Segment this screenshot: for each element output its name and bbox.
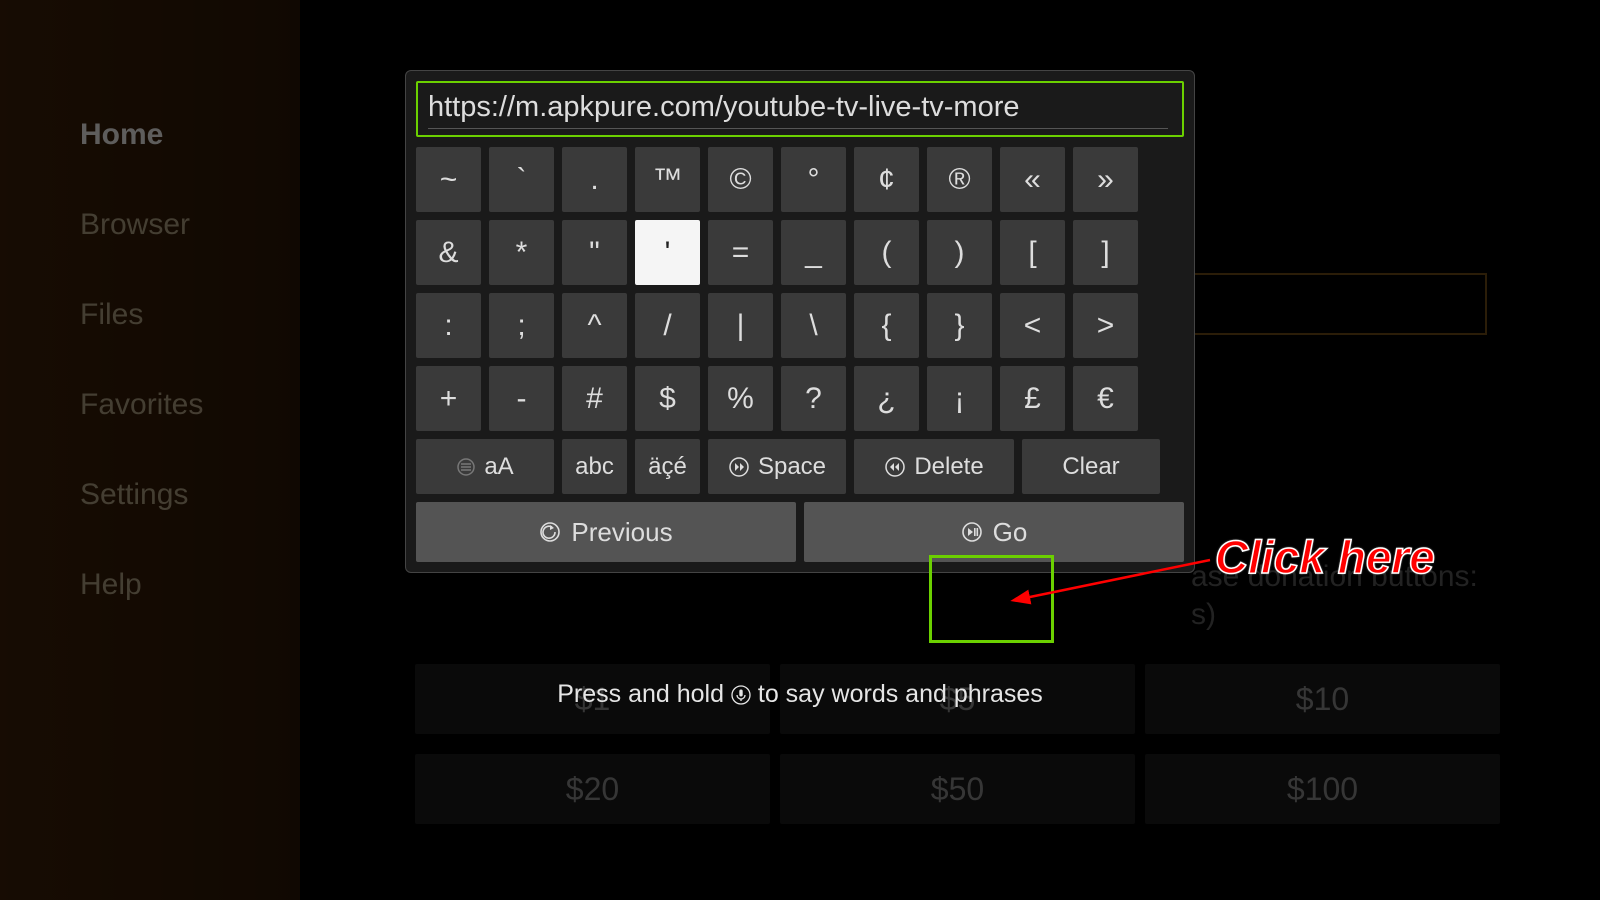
key-char[interactable]: #	[562, 366, 627, 431]
key-char[interactable]: ©	[708, 147, 773, 212]
key-char[interactable]: -	[489, 366, 554, 431]
go-label: Go	[993, 517, 1028, 548]
key-char[interactable]: €	[1073, 366, 1138, 431]
key-char[interactable]: ¿	[854, 366, 919, 431]
key-char[interactable]: &	[416, 220, 481, 285]
key-char[interactable]: '	[635, 220, 700, 285]
key-char[interactable]: >	[1073, 293, 1138, 358]
key-char[interactable]: ;	[489, 293, 554, 358]
key-char[interactable]: )	[927, 220, 992, 285]
key-char[interactable]: %	[708, 366, 773, 431]
hint-prefix: Press and hold	[557, 680, 731, 708]
key-char[interactable]: $	[635, 366, 700, 431]
keyboard-dialog: ~`.™©°¢®«» &*"'=_()[] :;^/|\{}<> +-#$%?¿…	[405, 70, 1195, 573]
key-char[interactable]: (	[854, 220, 919, 285]
delete-key[interactable]: Delete	[854, 439, 1014, 494]
key-char[interactable]: +	[416, 366, 481, 431]
mic-icon	[731, 685, 751, 705]
key-char[interactable]: =	[708, 220, 773, 285]
rewind-icon	[884, 456, 906, 478]
key-char[interactable]: «	[1000, 147, 1065, 212]
key-char[interactable]: [	[1000, 220, 1065, 285]
key-char[interactable]: ¡	[927, 366, 992, 431]
key-char[interactable]: |	[708, 293, 773, 358]
go-button[interactable]: Go	[804, 502, 1184, 562]
key-char[interactable]: ~	[416, 147, 481, 212]
shift-label: aA	[484, 453, 513, 481]
function-row: aA abc äçé Space Delete Clear	[416, 439, 1184, 494]
previous-label: Previous	[571, 517, 672, 548]
key-char[interactable]: ¢	[854, 147, 919, 212]
key-char[interactable]: »	[1073, 147, 1138, 212]
key-char[interactable]: "	[562, 220, 627, 285]
key-char[interactable]: `	[489, 147, 554, 212]
back-icon	[539, 521, 561, 543]
voice-hint: Press and hold to say words and phrases	[405, 680, 1195, 709]
url-box	[416, 81, 1184, 137]
key-grid: ~`.™©°¢®«» &*"'=_()[] :;^/|\{}<> +-#$%?¿…	[416, 147, 1184, 431]
key-char[interactable]: \	[781, 293, 846, 358]
annotation-label: Click here	[1215, 530, 1435, 584]
key-char[interactable]: <	[1000, 293, 1065, 358]
play-pause-icon	[961, 521, 983, 543]
key-char[interactable]: .	[562, 147, 627, 212]
key-char[interactable]: }	[927, 293, 992, 358]
abc-key[interactable]: abc	[562, 439, 627, 494]
key-char[interactable]: :	[416, 293, 481, 358]
key-char[interactable]: °	[781, 147, 846, 212]
menu-icon	[456, 457, 476, 477]
delete-label: Delete	[914, 453, 983, 481]
key-char[interactable]: ™	[635, 147, 700, 212]
space-label: Space	[758, 453, 826, 481]
key-char[interactable]: ^	[562, 293, 627, 358]
space-key[interactable]: Space	[708, 439, 846, 494]
key-char[interactable]: £	[1000, 366, 1065, 431]
url-input[interactable]	[428, 89, 1168, 129]
key-char[interactable]: *	[489, 220, 554, 285]
hint-suffix: to say words and phrases	[758, 680, 1043, 708]
key-char[interactable]: ?	[781, 366, 846, 431]
accents-key[interactable]: äçé	[635, 439, 700, 494]
key-char[interactable]: ®	[927, 147, 992, 212]
key-char[interactable]: ]	[1073, 220, 1138, 285]
nav-row: Previous Go	[416, 502, 1184, 562]
key-char[interactable]: {	[854, 293, 919, 358]
clear-key[interactable]: Clear	[1022, 439, 1160, 494]
key-char[interactable]: _	[781, 220, 846, 285]
shift-key[interactable]: aA	[416, 439, 554, 494]
previous-button[interactable]: Previous	[416, 502, 796, 562]
key-char[interactable]: /	[635, 293, 700, 358]
fast-forward-icon	[728, 456, 750, 478]
